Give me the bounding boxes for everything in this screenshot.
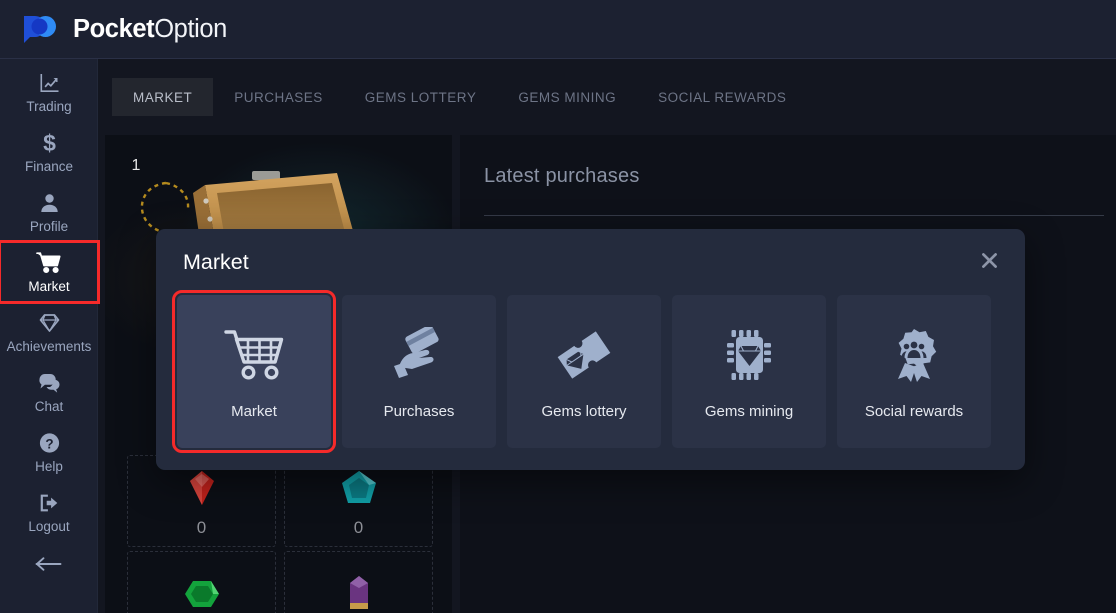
cart-icon [36, 251, 62, 275]
arrow-left-icon [34, 555, 64, 578]
sidebar-item-label: Achievements [6, 338, 92, 354]
sidebar-item-market[interactable]: Market [0, 240, 100, 304]
sidebar-item-logout[interactable]: Logout [0, 482, 98, 542]
logout-icon [37, 491, 62, 515]
cart-icon [223, 324, 285, 386]
sidebar-item-label: Trading [26, 98, 72, 114]
sidebar-item-finance[interactable]: $ Finance [0, 122, 98, 182]
chest-badge-count: 1 [131, 157, 141, 174]
question-circle-icon: ? [37, 431, 62, 455]
modal-card-gems-lottery[interactable]: Gems lottery [507, 295, 661, 448]
diamond-icon [37, 311, 62, 335]
sidebar-item-label: Market [28, 278, 70, 294]
latest-purchases-title: Latest purchases [484, 165, 640, 187]
tab-label: PURCHASES [234, 89, 323, 105]
gem-cell-emerald[interactable] [127, 551, 276, 613]
gem-grid: 0 0 [127, 455, 437, 613]
tab-gems-mining[interactable]: GEMS MINING [497, 78, 637, 116]
divider [484, 215, 1104, 216]
modal-card-purchases[interactable]: Purchases [342, 295, 496, 448]
sidebar-item-label: Chat [34, 398, 64, 414]
chat-bubble-icon [37, 371, 62, 395]
sidebar: Trading $ Finance Profile Market Achieve… [0, 59, 100, 613]
sidebar-item-label: Help [35, 458, 63, 474]
modal-card-market[interactable]: Market [172, 290, 336, 453]
sidebar-item-help[interactable]: ? Help [0, 422, 98, 482]
chip-gem-icon [718, 324, 780, 386]
tab-social-rewards[interactable]: SOCIAL REWARDS [637, 78, 807, 116]
brand-name-light: Option [154, 14, 227, 43]
sidebar-item-label: Finance [24, 158, 74, 174]
modal-card-gems-mining[interactable]: Gems mining [672, 295, 826, 448]
tab-purchases[interactable]: PURCHASES [213, 78, 344, 116]
sidebar-item-chat[interactable]: Chat [0, 362, 98, 422]
teal-gem-icon [336, 465, 382, 511]
modal-title: Market [183, 250, 249, 274]
rosette-users-icon [883, 324, 945, 386]
brand-name-bold: Pocket [73, 14, 155, 43]
svg-text:$: $ [43, 131, 56, 155]
gem-count: 0 [353, 517, 364, 537]
chart-line-icon [37, 71, 62, 95]
modal-card-label: Gems mining [704, 402, 794, 420]
emerald-gem-icon [179, 571, 225, 613]
tab-bar: MARKET PURCHASES GEMS LOTTERY GEMS MININ… [98, 59, 1116, 135]
tab-gems-lottery[interactable]: GEMS LOTTERY [344, 78, 498, 116]
user-icon [37, 191, 62, 215]
modal-card-label: Social rewards [864, 402, 964, 420]
close-icon [980, 251, 999, 275]
tab-market[interactable]: MARKET [112, 78, 214, 116]
tab-label: SOCIAL REWARDS [658, 89, 787, 105]
modal-card-label: Gems lottery [541, 402, 627, 420]
hand-card-icon [388, 324, 450, 386]
dollar-icon: $ [37, 130, 62, 156]
pocket-option-logo-icon [21, 14, 60, 44]
app-root: PocketOption Trading $ Finance Profile M… [0, 0, 1116, 613]
market-modal: Market Market Purchases Gems lottery Gem… [156, 229, 1025, 470]
modal-card-list: Market Purchases Gems lottery Gems minin… [172, 290, 991, 453]
top-header: PocketOption [0, 0, 1116, 59]
modal-close-button[interactable] [973, 247, 1005, 279]
sidebar-item-achievements[interactable]: Achievements [0, 302, 98, 362]
sidebar-item-profile[interactable]: Profile [0, 182, 98, 242]
modal-card-social-rewards[interactable]: Social rewards [837, 295, 991, 448]
tab-label: MARKET [133, 89, 193, 105]
ticket-gem-icon [553, 324, 615, 386]
brand-name: PocketOption [73, 15, 227, 44]
modal-card-label: Purchases [383, 402, 455, 420]
brand-logo[interactable]: PocketOption [21, 14, 227, 44]
svg-text:?: ? [45, 436, 53, 451]
ruby-gem-icon [179, 465, 225, 511]
gem-cell-amethyst[interactable] [284, 551, 433, 613]
sidebar-item-trading[interactable]: Trading [0, 62, 98, 122]
amethyst-gem-icon [336, 571, 382, 613]
tab-label: GEMS MINING [518, 89, 617, 105]
sidebar-collapse-button[interactable] [0, 542, 98, 590]
sidebar-item-label: Logout [28, 518, 70, 534]
tab-label: GEMS LOTTERY [364, 89, 477, 105]
sidebar-item-label: Profile [29, 218, 69, 234]
modal-card-label: Market [231, 402, 277, 420]
gem-count: 0 [196, 517, 207, 537]
